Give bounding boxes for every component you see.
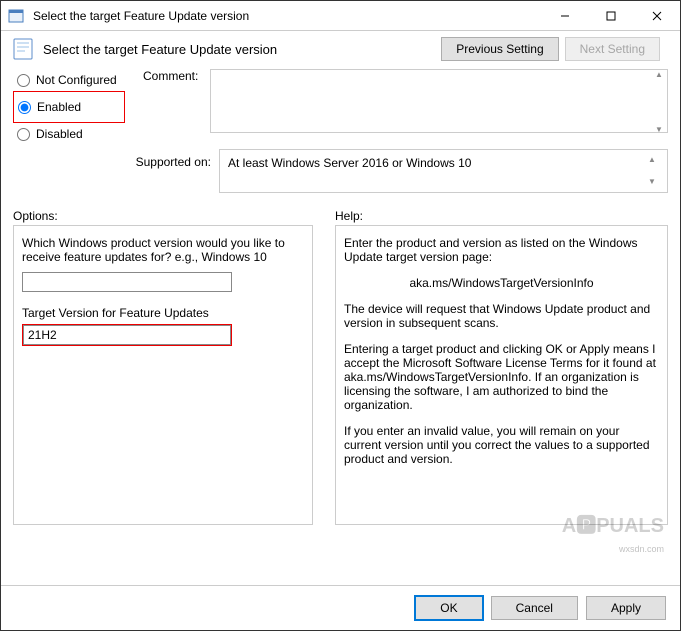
policy-sheet-icon (11, 37, 35, 61)
help-text-1: Enter the product and version as listed … (344, 236, 659, 264)
radio-disabled-row[interactable]: Disabled (13, 123, 125, 145)
window-icon (8, 8, 24, 24)
policy-header: Select the target Feature Update version… (1, 31, 680, 61)
radio-disabled[interactable] (17, 128, 30, 141)
window-title: Select the target Feature Update version (31, 9, 542, 23)
radio-enabled-highlight: Enabled (13, 91, 125, 123)
help-text-4: If you enter an invalid value, you will … (344, 424, 659, 466)
target-version-input[interactable] (23, 325, 231, 345)
product-version-input[interactable] (22, 272, 232, 292)
apply-button[interactable]: Apply (586, 596, 666, 620)
help-text-2: The device will request that Windows Upd… (344, 302, 659, 330)
product-version-question: Which Windows product version would you … (22, 236, 304, 264)
previous-setting-button[interactable]: Previous Setting (441, 37, 558, 61)
supported-on-label: Supported on: (131, 149, 211, 169)
comment-scrollbar[interactable]: ▲▼ (652, 71, 666, 134)
supported-on-box: At least Windows Server 2016 or Windows … (219, 149, 668, 193)
help-text-3: Entering a target product and clicking O… (344, 342, 659, 412)
close-button[interactable] (634, 1, 680, 30)
radio-not-configured[interactable] (17, 74, 30, 87)
target-version-label: Target Version for Feature Updates (22, 306, 304, 320)
help-link-text: aka.ms/WindowsTargetVersionInfo (344, 276, 659, 290)
gpedit-policy-dialog: Select the target Feature Update version… (0, 0, 681, 631)
supported-scrollbar[interactable]: ▲▼ (645, 156, 659, 186)
policy-title: Select the target Feature Update version (43, 42, 423, 57)
radio-enabled-row[interactable]: Enabled (18, 96, 120, 118)
help-pane-label: Help: (335, 209, 363, 223)
radio-not-configured-row[interactable]: Not Configured (13, 69, 125, 91)
radio-not-configured-label: Not Configured (36, 73, 117, 87)
watermark-sub: wxsdn.com (619, 544, 664, 554)
comment-textarea[interactable] (210, 69, 668, 133)
comment-label: Comment: (125, 69, 198, 83)
radio-disabled-label: Disabled (36, 127, 83, 141)
next-setting-button: Next Setting (565, 37, 660, 61)
options-pane-label: Options: (13, 209, 58, 223)
maximize-button[interactable] (588, 1, 634, 30)
supported-on-value: At least Windows Server 2016 or Windows … (228, 156, 471, 170)
help-pane: Enter the product and version as listed … (335, 225, 668, 525)
options-pane: Which Windows product version would you … (13, 225, 313, 525)
ok-button[interactable]: OK (415, 596, 482, 620)
minimize-button[interactable] (542, 1, 588, 30)
cancel-button[interactable]: Cancel (491, 596, 578, 620)
dialog-footer: OK Cancel Apply (1, 585, 680, 630)
radio-enabled-label: Enabled (37, 100, 81, 114)
window-controls (542, 1, 680, 30)
radio-enabled[interactable] (18, 101, 31, 114)
titlebar: Select the target Feature Update version (1, 1, 680, 31)
